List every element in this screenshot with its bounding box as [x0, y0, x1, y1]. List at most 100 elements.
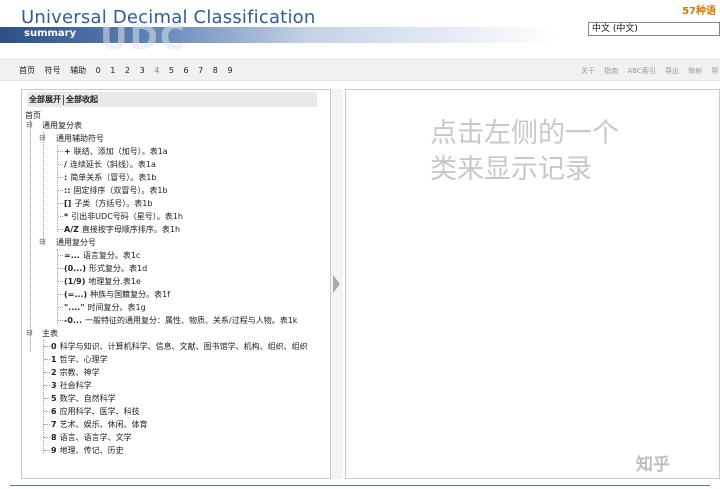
class-code: 1 — [51, 355, 57, 364]
nav-mapping[interactable]: 映射 — [688, 67, 702, 75]
nav-class-5[interactable]: 5 — [169, 66, 174, 75]
class-code: =... — [64, 251, 80, 260]
nav-class-3[interactable]: 3 — [140, 66, 145, 75]
tree-leaf[interactable]: / 连续延长（斜线）。表1a — [64, 159, 156, 170]
nav-class-1[interactable]: 1 — [110, 66, 115, 75]
tree-leaf[interactable]: 5 数学、自然科学 — [51, 393, 116, 404]
tree-leaf[interactable]: (1/9) 地理复分.表1e — [64, 276, 141, 287]
language-count-link[interactable]: 57种语 — [682, 2, 716, 17]
class-code: 7 — [51, 420, 57, 429]
class-code: (=...) — [64, 290, 88, 299]
class-label: 子类（方括号）。表1b — [74, 199, 153, 208]
nav-class-8[interactable]: 8 — [213, 66, 218, 75]
tree-leaf[interactable]: "...." 时间复分。表1g — [64, 302, 146, 313]
class-code: 5 — [51, 394, 57, 403]
class-code: 3 — [51, 381, 57, 390]
nav-class-2[interactable]: 2 — [125, 66, 130, 75]
nav-auxiliary[interactable]: 辅助 — [70, 66, 86, 75]
toolbar-separator — [63, 94, 64, 105]
class-label: 社会科学 — [59, 381, 92, 390]
nav-signs[interactable]: 符号 — [45, 66, 61, 75]
class-label: 形式复分。表1d — [89, 264, 148, 273]
tree-leaf[interactable]: 9 地理、传记、历史 — [51, 445, 124, 456]
class-label: 语言、语言学、文学 — [59, 433, 132, 442]
class-label: 数学、自然科学 — [59, 394, 116, 403]
tree-leaf[interactable]: 7 艺术、娱乐、休闲、体育 — [51, 419, 148, 430]
tree-leaf[interactable]: 1 哲学、心理学 — [51, 354, 108, 365]
nav-guide[interactable]: 指南 — [604, 67, 618, 75]
class-label: 简单关系（冒号）。表1b — [70, 173, 157, 182]
tree-leaf[interactable]: 2 宗教、神学 — [51, 367, 100, 378]
nav-home[interactable]: 首页 — [19, 66, 35, 75]
class-label: 哲学、心理学 — [59, 355, 108, 364]
class-label: 地理复分.表1e — [88, 277, 141, 286]
tree-leaf[interactable]: 0 科学与知识、计算机科学、信息、文献、图书馆学、机构、组织、组织 — [51, 341, 308, 352]
record-panel: 点击左侧的一个类来显示记录 — [345, 89, 720, 479]
class-code: :: — [64, 186, 71, 195]
nav-class-7[interactable]: 7 — [198, 66, 203, 75]
collapse-toggle-icon[interactable]: ⊟ — [39, 133, 46, 142]
tree-panel: 全部展开 全部收起 首页 ⊟ 通用复分表 ⊟ 通用辅助符号 + 联结、添加（加号）。… — [21, 89, 331, 479]
class-code: + — [64, 147, 71, 156]
class-code: / — [64, 160, 67, 169]
nav-bar: 首页 符号 辅助 0 1 2 3 4 5 6 7 8 9 关于 指南 ABC索引… — [0, 59, 720, 81]
tree-leaf[interactable]: 8 语言、语言学、文学 — [51, 432, 132, 443]
nav-class-0[interactable]: 0 — [96, 66, 101, 75]
class-code: [] — [64, 199, 72, 208]
class-code: 0 — [51, 342, 57, 351]
tree-leaf[interactable]: =... 语言复分。表1c — [64, 250, 140, 261]
nav-left: 首页 符号 辅助 0 1 2 3 4 5 6 7 8 9 — [19, 65, 240, 76]
tree-leaf[interactable]: [] 子类（方括号）。表1b — [64, 198, 152, 209]
nav-class-9[interactable]: 9 — [227, 66, 232, 75]
tree-leaf[interactable]: -0... 一般特征的通用复分：属性、物质、关系/过程与人物。表1k — [64, 315, 297, 326]
class-code: 6 — [51, 407, 57, 416]
tree-leaf[interactable]: 3 社会科学 — [51, 380, 92, 391]
empty-record-placeholder: 点击左侧的一个类来显示记录 — [430, 118, 619, 185]
banner-stripe — [0, 27, 560, 43]
tree-node-aux-numbers[interactable]: 通用复分号 — [56, 237, 96, 248]
tree-node-common-tables[interactable]: 通用复分表 — [42, 120, 82, 131]
tree-line — [43, 132, 44, 245]
collapse-toggle-icon[interactable]: ⊟ — [39, 237, 46, 246]
tree-line — [57, 145, 58, 232]
nav-about[interactable]: 关于 — [581, 67, 595, 75]
class-code: (0...) — [64, 264, 86, 273]
class-code: A/Z — [64, 225, 79, 234]
class-code: -0... — [64, 316, 83, 325]
expand-arrow-icon[interactable] — [333, 275, 340, 293]
collapse-all-button[interactable]: 全部收起 — [66, 95, 98, 104]
class-code: : — [64, 173, 68, 182]
nav-help[interactable]: 帮 — [712, 67, 719, 75]
footer-divider — [10, 485, 710, 486]
class-label: 宗教、神学 — [59, 368, 100, 377]
zhihu-watermark: 知乎 — [636, 455, 670, 475]
language-select[interactable]: 中文 (中文) — [588, 22, 720, 36]
class-code: 9 — [51, 446, 57, 455]
collapse-toggle-icon[interactable]: ⊟ — [26, 120, 33, 129]
tree-leaf[interactable]: : 简单关系（冒号）。表1b — [64, 172, 156, 183]
class-label: 应用科学、医学、科技 — [59, 407, 140, 416]
tree-line — [30, 120, 31, 352]
class-label: 一般特征的通用复分：属性、物质、关系/过程与人物。表1k — [85, 316, 298, 325]
tree-leaf[interactable]: (0...) 形式复分。表1d — [64, 263, 147, 274]
tree-leaf[interactable]: * 引出非UDC号码（星号）。表1h — [64, 211, 183, 222]
tree-leaf[interactable]: 6 应用科学、医学、科技 — [51, 406, 140, 417]
nav-class-6[interactable]: 6 — [183, 66, 188, 75]
tree-leaf[interactable]: :: 固定排序（双冒号）。表1b — [64, 185, 168, 196]
expand-all-button[interactable]: 全部展开 — [29, 95, 61, 104]
tree-leaf[interactable]: + 联结、添加（加号）。表1a — [64, 146, 168, 157]
page-title: Universal Decimal Classification — [21, 7, 316, 28]
nav-right: 关于 指南 ABC索引 导出 映射 帮 — [581, 66, 720, 76]
tree-node-main-tables[interactable]: 主表 — [42, 328, 58, 339]
tree-leaf[interactable]: A/Z 直接按字母顺序排序。表1h — [64, 224, 180, 235]
tree-node-aux-signs[interactable]: 通用辅助符号 — [56, 133, 104, 144]
class-label: 连续延长（斜线）。表1a — [69, 160, 156, 169]
class-code: 2 — [51, 368, 57, 377]
class-code: 8 — [51, 433, 57, 442]
collapse-toggle-icon[interactable]: ⊟ — [26, 328, 33, 337]
tree-leaf[interactable]: (=...) 种族与国籍复分。表1f — [64, 289, 170, 300]
tree-toolbar: 全部展开 全部收起 — [27, 92, 317, 107]
nav-export[interactable]: 导出 — [665, 67, 679, 75]
nav-abc-index[interactable]: ABC索引 — [627, 67, 655, 75]
class-label: 语言复分。表1c — [82, 251, 141, 260]
